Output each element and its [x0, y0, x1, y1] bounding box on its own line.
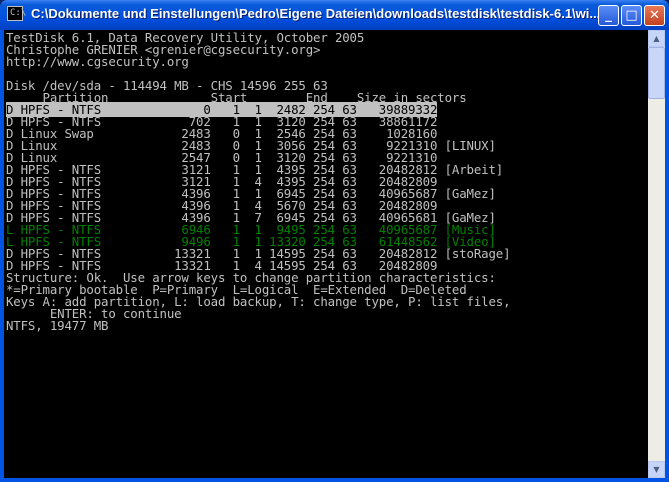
header-line: http://www.cgsecurity.org [6, 54, 189, 69]
partition-size-info: NTFS, 19477 MB [6, 318, 109, 333]
window-frame-right [665, 30, 669, 482]
scroll-up-button[interactable]: ▲ [648, 30, 665, 47]
minimize-button[interactable]: _ [598, 5, 619, 26]
vertical-scrollbar[interactable]: ▲ ▼ [648, 30, 665, 478]
console-output[interactable]: TestDisk 6.1, Data Recovery Utility, Oct… [4, 30, 648, 478]
window-title: C:\Dokumente und Einstellungen\Pedro\Eig… [31, 6, 601, 21]
maximize-button[interactable]: □ [621, 5, 642, 26]
console-icon[interactable]: C:\ [7, 6, 27, 21]
window-frame-bottom [0, 478, 669, 482]
title-bar[interactable]: C:\ C:\Dokumente und Einstellungen\Pedro… [0, 0, 669, 30]
close-button[interactable]: ✕ [644, 5, 665, 26]
console-window: C:\ C:\Dokumente und Einstellungen\Pedro… [0, 0, 669, 482]
scroll-thumb[interactable] [648, 47, 665, 99]
scroll-down-button[interactable]: ▼ [648, 461, 665, 478]
console-icon-glyph: C:\ [10, 8, 27, 18]
